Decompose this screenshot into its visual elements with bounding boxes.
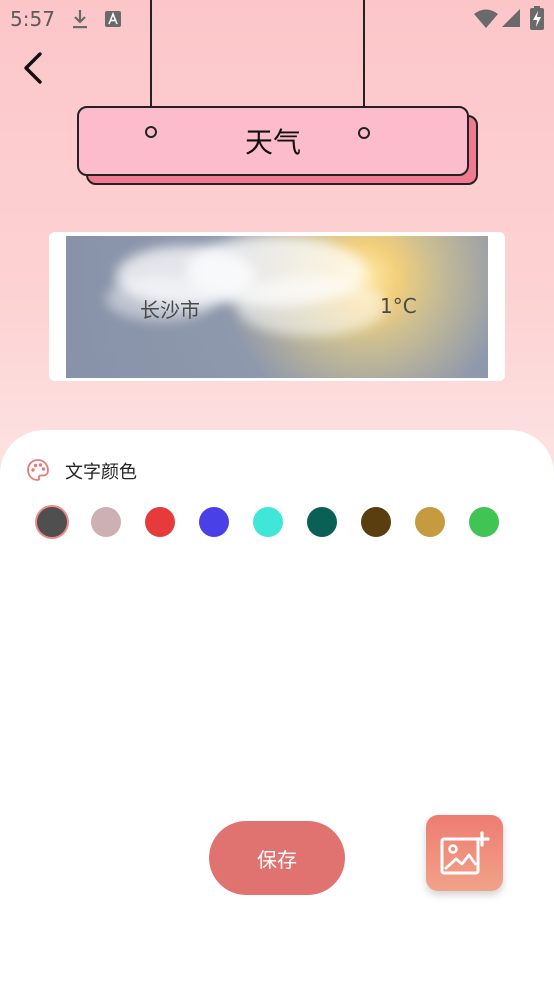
title-board: 天气	[77, 106, 469, 176]
sign-pin-left	[145, 126, 157, 138]
download-icon	[70, 8, 90, 34]
palette-icon	[26, 458, 50, 486]
save-button[interactable]: 保存	[209, 821, 345, 895]
back-button[interactable]	[18, 50, 48, 86]
color-swatch[interactable]	[361, 507, 391, 537]
color-swatch[interactable]	[253, 507, 283, 537]
signal-icon	[502, 9, 520, 31]
page-title: 天气	[244, 126, 301, 159]
a-badge-icon	[104, 10, 122, 32]
color-swatch[interactable]	[91, 507, 121, 537]
battery-charging-icon	[530, 6, 544, 34]
status-bar: 5:57	[0, 0, 554, 36]
weather-city: 长沙市	[140, 298, 200, 322]
weather-temperature: 1°C	[380, 294, 417, 318]
status-time: 5:57	[10, 7, 55, 31]
weather-background-image	[66, 236, 488, 378]
color-swatch[interactable]	[145, 507, 175, 537]
sign-pin-right	[358, 127, 370, 139]
color-swatch[interactable]	[199, 507, 229, 537]
color-swatch[interactable]	[307, 507, 337, 537]
wifi-icon	[474, 9, 498, 33]
color-swatch[interactable]	[37, 507, 67, 537]
text-color-label: 文字颜色	[65, 462, 137, 483]
add-image-icon	[440, 831, 490, 879]
color-swatch[interactable]	[469, 507, 499, 537]
chevron-left-icon	[18, 52, 48, 90]
color-swatch[interactable]	[415, 507, 445, 537]
add-image-button[interactable]	[426, 815, 503, 891]
save-button-label: 保存	[257, 847, 297, 872]
